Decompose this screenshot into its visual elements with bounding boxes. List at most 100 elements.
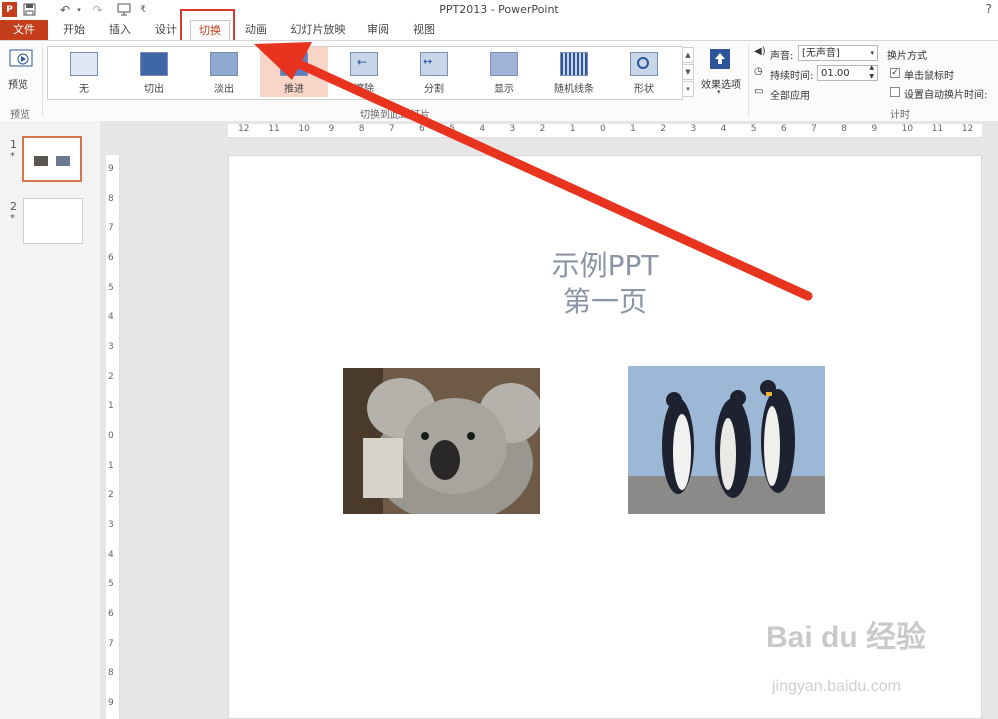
- ruler-tick-label: 9: [328, 124, 335, 134]
- transition-split-icon: ↔: [420, 52, 448, 76]
- window-title: PPT2013 - PowerPoint: [439, 3, 559, 16]
- transition-label: 分割: [424, 84, 444, 95]
- tab-view[interactable]: 视图: [406, 20, 442, 40]
- ruler-tick-label: 9: [108, 163, 114, 174]
- effect-options-icon: [710, 49, 730, 69]
- transition-reveal-icon: [490, 52, 518, 76]
- transition-reveal[interactable]: 显示: [474, 47, 534, 97]
- tab-highlight-annotation: [180, 9, 235, 44]
- transition-label: 形状: [634, 84, 654, 95]
- sound-dropdown[interactable]: [无声音] ▾: [798, 45, 878, 61]
- after-time-checkbox[interactable]: [890, 87, 900, 97]
- koala-thumbnail-image: [34, 156, 48, 166]
- ruler-tick-label: 4: [720, 124, 727, 134]
- transition-label: 淡出: [214, 84, 234, 95]
- koala-image[interactable]: [343, 368, 540, 514]
- help-icon[interactable]: ?: [986, 2, 992, 16]
- ruler-tick-label: 2: [108, 490, 114, 501]
- ribbon-separator: [42, 44, 43, 116]
- transition-shape-icon: [630, 52, 658, 76]
- duration-input[interactable]: 01.00 ▲ ▼: [817, 63, 878, 81]
- penguins-thumbnail-image: [56, 156, 70, 166]
- preview-button[interactable]: 预览: [6, 47, 36, 93]
- ruler-tick-label: 6: [780, 124, 787, 134]
- ruler-tick-label: 8: [358, 124, 365, 134]
- duration-label: 持续时间:: [770, 71, 814, 82]
- tab-review[interactable]: 审阅: [360, 20, 396, 40]
- tab-design[interactable]: 设计: [148, 20, 184, 40]
- ruler-tick-label: 0: [108, 431, 114, 441]
- tab-animations[interactable]: 动画: [238, 20, 274, 40]
- penguins-image[interactable]: [628, 366, 825, 514]
- ruler-tick-label: 3: [108, 520, 114, 531]
- apply-all-icon: ▭: [754, 86, 764, 97]
- ruler-tick-label: 3: [509, 124, 516, 134]
- spinner-icon[interactable]: ▲ ▼: [869, 63, 874, 81]
- baidu-watermark-url: jingyan.baidu.com: [772, 678, 901, 695]
- slide-thumbnail-2[interactable]: [23, 198, 83, 244]
- apply-to-all-button[interactable]: 全部应用: [770, 87, 810, 102]
- timing-group-label: 计时: [890, 110, 910, 121]
- vertical-ruler: 9 8 7 6 5 4 3 2 1 0 1 2 3 4 5 6 7 8 9: [106, 155, 120, 719]
- transition-random-bars[interactable]: 随机线条: [544, 47, 604, 97]
- baidu-watermark-logo: Bai du 经验: [766, 621, 927, 654]
- after-time-label: 设置自动换片时间:: [904, 90, 988, 101]
- ruler-tick-label: 5: [750, 124, 757, 134]
- transition-cut-icon: [140, 52, 168, 76]
- ruler-tick-label: 5: [108, 282, 114, 293]
- ruler-tick-label: 8: [841, 124, 847, 134]
- on-click-label: 单击鼠标时: [904, 71, 954, 82]
- ruler-tick-label: 4: [479, 124, 486, 134]
- transition-shape[interactable]: 形状: [614, 47, 674, 97]
- tab-home[interactable]: 开始: [56, 20, 92, 40]
- slide-thumbnail-1[interactable]: [22, 136, 82, 182]
- on-click-checkbox[interactable]: ✓: [890, 68, 900, 78]
- slide-number: 2: [10, 200, 17, 213]
- ruler-tick-label: 11: [931, 124, 944, 134]
- ruler-tick-label: 5: [449, 124, 455, 134]
- ruler-tick-label: 4: [108, 549, 114, 560]
- chevron-down-icon: ▾: [717, 88, 721, 96]
- effect-options-label: 效果选项: [701, 80, 741, 91]
- transition-split[interactable]: ↔ 分割: [404, 47, 464, 97]
- tab-insert[interactable]: 插入: [102, 20, 138, 40]
- ribbon-separator: [748, 44, 749, 116]
- transition-fade-icon: [210, 52, 238, 76]
- transition-wipe-icon: ←: [350, 52, 378, 76]
- transition-push[interactable]: 推进: [260, 47, 328, 97]
- ruler-tick-label: 1: [108, 401, 114, 412]
- transition-wipe[interactable]: ← 擦除: [334, 47, 394, 97]
- sound-icon: ◀): [754, 46, 766, 57]
- transition-label: 无: [79, 84, 89, 95]
- tab-slideshow[interactable]: 幻灯片放映: [286, 20, 350, 40]
- tab-file[interactable]: 文件: [0, 20, 48, 40]
- gallery-scroll-up-icon[interactable]: ▲: [682, 47, 694, 63]
- sound-value: [无声音]: [802, 48, 840, 59]
- ruler-tick-label: 3: [690, 124, 697, 134]
- gallery-scroll-down-icon[interactable]: ▼: [682, 64, 694, 80]
- slide-title[interactable]: 示例PPT 第一页: [480, 248, 730, 320]
- slide-animation-star-icon: *: [10, 213, 15, 224]
- transition-push-icon: [280, 52, 308, 76]
- ruler-tick-label: 5: [108, 579, 114, 590]
- ruler-tick-label: 11: [268, 124, 280, 134]
- ruler-tick-label: 2: [660, 124, 667, 134]
- slide-animation-star-icon: *: [10, 151, 15, 162]
- transition-none[interactable]: 无: [54, 47, 114, 97]
- ruler-tick-label: 1: [108, 460, 114, 471]
- ruler-tick-label: 9: [108, 698, 114, 709]
- effect-options-button[interactable]: 效果选项 ▾: [698, 47, 744, 99]
- transition-cut[interactable]: 切出: [124, 47, 184, 97]
- ruler-tick-label: 7: [388, 124, 395, 134]
- ruler-tick-label: 4: [108, 312, 114, 323]
- transition-fade[interactable]: 淡出: [194, 47, 254, 97]
- ruler-tick-label: 1: [630, 124, 636, 134]
- ruler-tick-label: 0: [600, 124, 606, 134]
- chevron-down-icon: ▾: [870, 49, 874, 57]
- transition-label: 切出: [144, 84, 164, 95]
- horizontal-ruler: 12 11 10 9 8 7 6 5 4 3 2 1 0 1 2 3 4 5 6 7 8 9 10 11 12: [228, 124, 982, 138]
- duration-value: 01.00: [821, 68, 850, 79]
- gallery-more-icon[interactable]: ▾: [682, 81, 694, 97]
- transitions-group-label: 切换到此幻灯片: [360, 110, 430, 121]
- ruler-tick-label: 7: [108, 638, 114, 649]
